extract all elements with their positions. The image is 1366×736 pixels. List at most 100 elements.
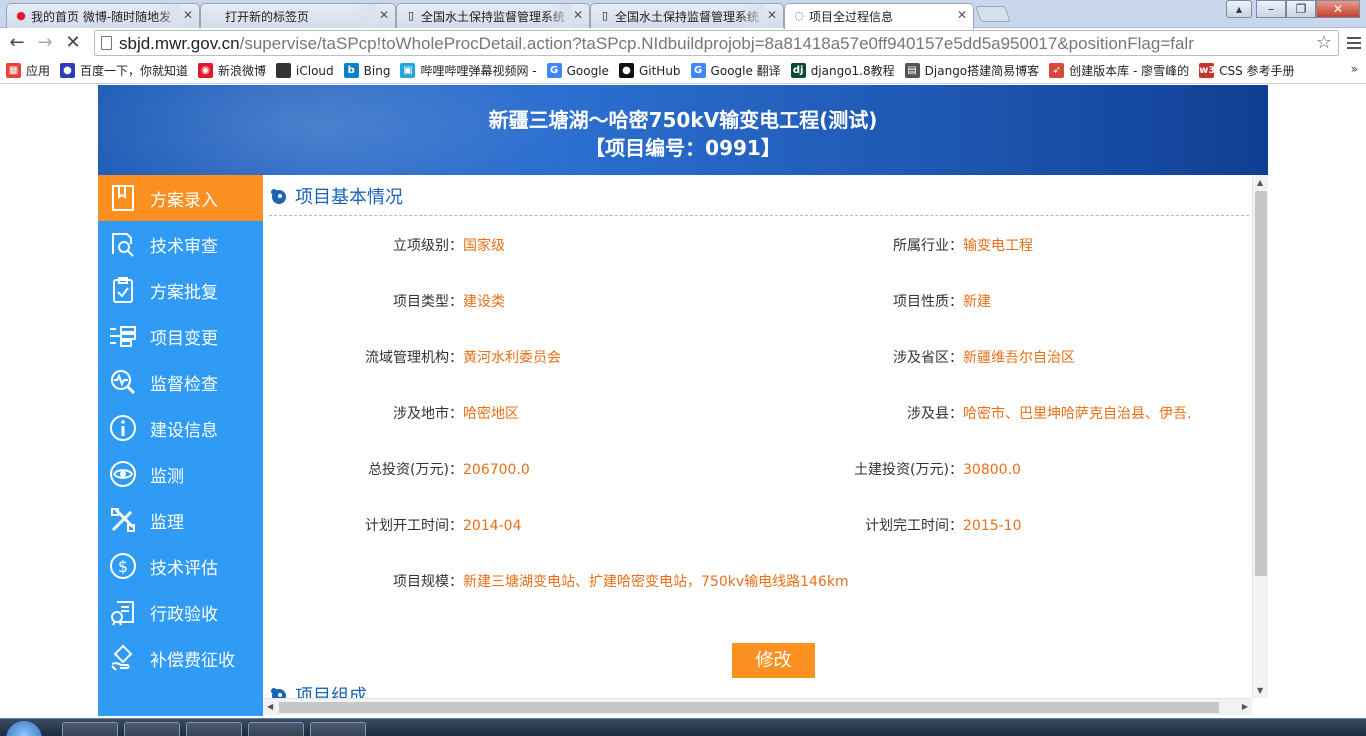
- bookmark-item[interactable]: b Bing: [343, 63, 391, 78]
- field-label: 项目性质：: [893, 294, 963, 310]
- sidebar-item[interactable]: $ 技术评估: [98, 543, 263, 589]
- bookmarks-overflow-icon[interactable]: »: [1351, 62, 1358, 76]
- bookmark-label: Django搭建简易博客: [924, 64, 1040, 78]
- field-value: 30800.0: [963, 462, 1021, 478]
- taskbar-app[interactable]: [124, 722, 180, 736]
- scroll-thumb[interactable]: [1255, 191, 1267, 576]
- bookmark-item[interactable]: ▦ 应用: [6, 62, 50, 79]
- bookmark-item[interactable]: G Google: [546, 63, 609, 78]
- close-icon[interactable]: ✕: [957, 8, 967, 22]
- bookmark-item[interactable]: ▣ 哔哩哔哩弹幕视频网 -: [400, 62, 537, 79]
- bookmark-item[interactable]: ● GitHub: [618, 63, 681, 78]
- bing-icon: b: [343, 63, 359, 78]
- sidebar-item[interactable]: 建设信息: [98, 405, 263, 451]
- sidebar-item[interactable]: 技术审查: [98, 221, 263, 267]
- tools-icon: [108, 505, 138, 535]
- taskbar-app[interactable]: [186, 722, 242, 736]
- main-content: 项目基本情况 立项级别：国家级 所属行业：输变电工程 项目类型：建设类 项目性质：新建…: [263, 175, 1252, 698]
- close-window-button[interactable]: ✕: [1316, 0, 1360, 18]
- maximize-button[interactable]: ❐: [1286, 0, 1316, 18]
- url-input[interactable]: sbjd.mwr.gov.cn/supervise/taSPcp!toWhole…: [94, 30, 1339, 56]
- bookmark-item[interactable]: ➶ 创建版本库 - 廖雪峰的: [1049, 62, 1189, 79]
- new-tab-button[interactable]: [975, 6, 1011, 22]
- info-icon: [108, 413, 138, 443]
- sidebar-item[interactable]: 方案批复: [98, 267, 263, 313]
- bookmark-item[interactable]: iCloud: [276, 63, 334, 78]
- sidebar-item[interactable]: 项目变更: [98, 313, 263, 359]
- bookmark-item[interactable]: ◉ 新浪微博: [198, 62, 266, 79]
- info-field: 流域管理机构：黄河水利委员会: [263, 347, 561, 367]
- browser-tab[interactable]: 打开新的标签页 ✕: [200, 3, 396, 28]
- loading-icon: ◌: [794, 9, 804, 22]
- sidebar-item[interactable]: 监测: [98, 451, 263, 497]
- field-label: 土建投资(万元)：: [854, 462, 963, 478]
- field-value: 哈密市、巴里坤哈萨克自治县、伊吾.: [963, 406, 1192, 422]
- user-icon[interactable]: ▴: [1226, 0, 1252, 18]
- close-icon[interactable]: ✕: [183, 8, 193, 22]
- section-drop-icon: [271, 688, 286, 698]
- os-taskbar: [0, 718, 1366, 736]
- project-banner: 新疆三塘湖～哈密750kV输变电工程(测试) 【项目编号：0991】: [98, 85, 1268, 175]
- field-value: 黄河水利委员会: [463, 350, 561, 366]
- field-value: 2015-10: [963, 518, 1022, 534]
- browser-tab[interactable]: ▯ 全国水土保持监督管理系统 ✕: [396, 3, 590, 28]
- minimize-button[interactable]: –: [1256, 0, 1286, 18]
- sidebar-item[interactable]: 行政验收: [98, 589, 263, 635]
- tab-title: 全国水土保持监督管理系统: [615, 10, 760, 24]
- weibo-icon: ◉: [198, 63, 214, 78]
- browser-tab-active[interactable]: ◌ 项目全过程信息 ✕: [784, 3, 974, 29]
- bookmark-star-icon[interactable]: ☆: [1316, 32, 1332, 53]
- change-icon: [108, 321, 138, 351]
- scroll-down-icon[interactable]: ▼: [1257, 686, 1263, 695]
- sidebar-item[interactable]: 方案录入: [98, 175, 263, 221]
- start-button[interactable]: [6, 721, 42, 736]
- back-arrow-icon[interactable]: ←: [6, 32, 28, 54]
- close-icon[interactable]: ✕: [573, 8, 583, 22]
- bookmark-item[interactable]: G Google 翻译: [690, 62, 781, 79]
- vertical-scrollbar[interactable]: ▲ ▼: [1252, 175, 1268, 698]
- taskbar-app[interactable]: [248, 722, 304, 736]
- sidebar-item[interactable]: 补偿费征收: [98, 635, 263, 681]
- scroll-up-icon[interactable]: ▲: [1257, 178, 1263, 187]
- close-icon[interactable]: ✕: [379, 8, 389, 22]
- browser-tab[interactable]: ▯ 全国水土保持监督管理系统 ✕: [590, 3, 784, 28]
- scroll-left-icon[interactable]: ◀: [267, 702, 273, 711]
- info-field: 计划完工时间：2015-10: [763, 515, 1022, 535]
- taskbar-app[interactable]: [62, 722, 118, 736]
- bookmark-item[interactable]: dj django1.8教程: [790, 62, 895, 79]
- close-icon[interactable]: ✕: [767, 8, 777, 22]
- project-scale-field: 项目规模：新建三塘湖变电站、扩建哈密变电站，750kv输电线路146km: [263, 571, 849, 591]
- eye-icon: [108, 459, 138, 489]
- bookmark-label: django1.8教程: [810, 64, 895, 78]
- sidebar-item[interactable]: 监督检查: [98, 359, 263, 405]
- browser-menu-icon[interactable]: [1346, 34, 1362, 50]
- edit-button[interactable]: 修改: [732, 643, 815, 678]
- field-value: 国家级: [463, 238, 505, 254]
- forward-arrow-icon[interactable]: →: [34, 32, 56, 54]
- stop-loading-icon[interactable]: ✕: [62, 32, 84, 54]
- sidebar-item-label: 建设信息: [150, 420, 218, 441]
- bookmark-label: Bing: [363, 63, 391, 78]
- sidebar-item-label: 项目变更: [150, 328, 218, 349]
- bookmark-item[interactable]: ● 百度一下，你就知道: [60, 62, 188, 79]
- info-field: 涉及县：哈密市、巴里坤哈萨克自治县、伊吾.: [763, 403, 1191, 423]
- info-field: 所属行业：输变电工程: [763, 235, 1033, 255]
- sidebar-item-label: 监督检查: [150, 374, 218, 395]
- info-field: 涉及地市：哈密地区: [263, 403, 519, 423]
- bookmark-item[interactable]: w3 CSS 参考手册: [1199, 62, 1295, 79]
- sidebar-item-label: 方案录入: [150, 190, 218, 211]
- sidebar-item-label: 技术评估: [150, 558, 218, 579]
- field-value: 新疆维吾尔自治区: [963, 350, 1075, 366]
- scroll-right-icon[interactable]: ▶: [1242, 702, 1248, 711]
- field-label: 涉及地市：: [393, 406, 463, 422]
- taskbar-app[interactable]: [310, 722, 366, 736]
- address-bar: ← → ✕ sbjd.mwr.gov.cn/supervise/taSPcp!t…: [0, 28, 1366, 58]
- sidebar-item-label: 补偿费征收: [150, 650, 235, 671]
- browser-tab[interactable]: ● 我的首页 微博-随时随地发 ✕: [6, 3, 200, 28]
- scroll-thumb[interactable]: [279, 702, 1219, 713]
- bookmark-item[interactable]: ▤ Django搭建简易博客: [904, 62, 1040, 79]
- horizontal-scrollbar[interactable]: ◀ ▶: [263, 698, 1252, 715]
- bookmark-label: 应用: [26, 64, 51, 78]
- sidebar-item[interactable]: 监理: [98, 497, 263, 543]
- tab-title: 项目全过程信息: [809, 10, 894, 24]
